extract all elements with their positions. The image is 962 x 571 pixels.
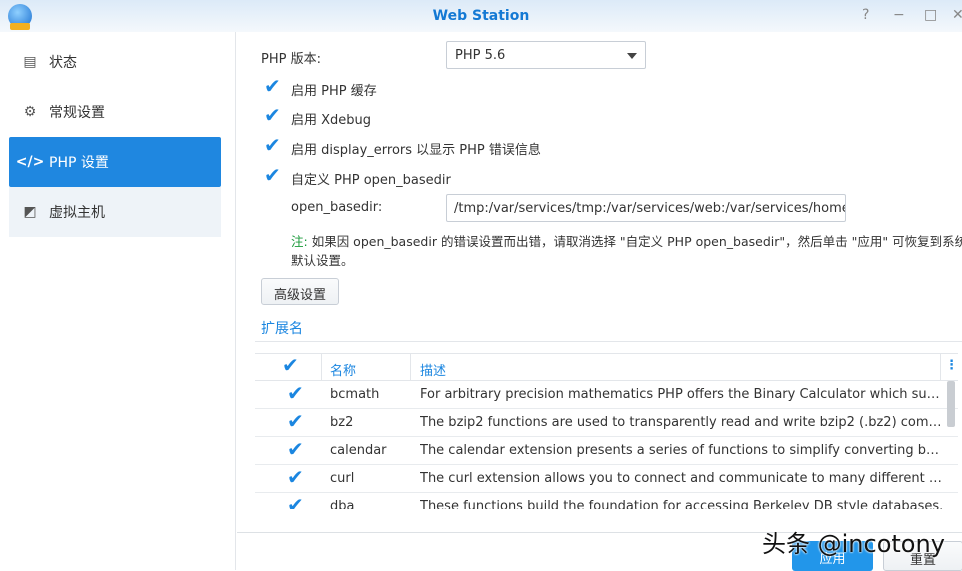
table-row[interactable]: ✔ dba These functions build the foundati… <box>255 493 958 509</box>
table-header: ✔ 名称 描述 ⋮ <box>255 354 958 381</box>
extension-name: dba <box>330 499 355 509</box>
virtual-host-icon: ◩ <box>23 204 37 220</box>
extension-description: These functions build the foundation for… <box>420 499 944 509</box>
window-title: Web Station <box>432 8 530 24</box>
extension-checkbox[interactable]: ✔ <box>287 411 304 431</box>
maximize-icon[interactable]: □ <box>924 7 937 23</box>
table-row[interactable]: ✔ curl The curl extension allows you to … <box>255 465 958 493</box>
table-row[interactable]: ✔ bcmath For arbitrary precision mathema… <box>255 381 958 409</box>
sidebar-item-label: 虚拟主机 <box>49 205 105 221</box>
extension-description: The calendar extension presents a series… <box>420 443 945 458</box>
column-divider <box>940 354 941 381</box>
note-prefix: 注: <box>291 234 308 249</box>
extension-checkbox[interactable]: ✔ <box>287 383 304 403</box>
chevron-down-icon <box>627 53 637 59</box>
basedir-note: 注: 如果因 open_basedir 的错误设置而出错，请取消选择 "自定义 … <box>291 232 962 270</box>
xdebug-label: 启用 Xdebug <box>291 113 372 128</box>
basedir-field-label: open_basedir: <box>291 200 383 215</box>
extension-name: calendar <box>330 443 387 458</box>
checkbox-xdebug[interactable]: ✔ <box>264 105 281 125</box>
open-basedir-label: 自定义 PHP open_basedir <box>291 173 451 188</box>
php-cache-label: 启用 PHP 缓存 <box>291 84 377 99</box>
extension-name: bz2 <box>330 415 354 430</box>
display-errors-label: 启用 display_errors 以显示 PHP 错误信息 <box>291 143 541 158</box>
advanced-settings-button[interactable]: 高级设置 <box>261 278 339 305</box>
sidebar-item-label: 常规设置 <box>49 105 105 121</box>
sidebar-item-label: 状态 <box>49 55 77 71</box>
sidebar-item-label: PHP 设置 <box>49 155 109 171</box>
table-scrollbar[interactable] <box>947 381 955 427</box>
extension-description: The bzip2 functions are used to transpar… <box>420 415 945 430</box>
section-divider <box>255 341 962 342</box>
title-bar: Web Station ? − □ ✕ <box>0 0 962 32</box>
extension-description: The curl extension allows you to connect… <box>420 471 945 486</box>
apply-button[interactable]: 应用 <box>792 541 873 571</box>
sidebar-item-virtual-host[interactable]: ◩ 虚拟主机 <box>9 187 221 237</box>
select-all-checkbox[interactable]: ✔ <box>282 355 299 375</box>
footer-divider <box>237 532 962 533</box>
extension-description: For arbitrary precision mathematics PHP … <box>420 387 945 402</box>
extensions-section-title: 扩展名 <box>261 321 303 337</box>
open-basedir-input[interactable]: /tmp:/var/services/tmp:/var/services/web… <box>446 194 846 222</box>
php-version-label: PHP 版本: <box>261 52 321 67</box>
extension-name: curl <box>330 471 355 486</box>
extension-checkbox[interactable]: ✔ <box>287 467 304 487</box>
code-icon: </> <box>15 154 45 170</box>
column-menu-icon[interactable]: ⋮ <box>945 358 958 373</box>
sidebar: ▤ 状态 ⚙ 常规设置 </> PHP 设置 ◩ 虚拟主机 <box>0 32 236 570</box>
extensions-table: ✔ 名称 描述 ⋮ ✔ bcmath For arbitrary precisi… <box>255 353 958 509</box>
table-row[interactable]: ✔ bz2 The bzip2 functions are used to tr… <box>255 409 958 437</box>
minimize-icon[interactable]: − <box>893 7 905 23</box>
close-icon[interactable]: ✕ <box>952 7 962 23</box>
sidebar-item-general[interactable]: ⚙ 常规设置 <box>9 87 221 137</box>
sidebar-item-status[interactable]: ▤ 状态 <box>9 37 221 87</box>
extension-checkbox[interactable]: ✔ <box>287 439 304 459</box>
php-version-select[interactable]: PHP 5.6 <box>446 41 646 69</box>
column-divider <box>321 354 322 381</box>
sidebar-item-php[interactable]: </> PHP 设置 <box>9 137 221 187</box>
checkbox-display-errors[interactable]: ✔ <box>264 135 281 155</box>
extension-checkbox[interactable]: ✔ <box>287 495 304 509</box>
reset-button[interactable]: 重置 <box>883 541 962 571</box>
table-row[interactable]: ✔ calendar The calendar extension presen… <box>255 437 958 465</box>
status-card-icon: ▤ <box>23 54 37 70</box>
note-text: 如果因 open_basedir 的错误设置而出错，请取消选择 "自定义 PHP… <box>291 234 962 268</box>
column-divider <box>410 354 411 381</box>
column-header-description[interactable]: 描述 <box>420 360 945 379</box>
extension-name: bcmath <box>330 387 380 402</box>
help-icon[interactable]: ? <box>862 7 869 23</box>
column-header-name[interactable]: 名称 <box>330 360 356 379</box>
checkbox-open-basedir[interactable]: ✔ <box>264 165 281 185</box>
gear-icon: ⚙ <box>23 104 37 120</box>
checkbox-php-cache[interactable]: ✔ <box>264 76 281 96</box>
php-version-value: PHP 5.6 <box>455 48 506 63</box>
